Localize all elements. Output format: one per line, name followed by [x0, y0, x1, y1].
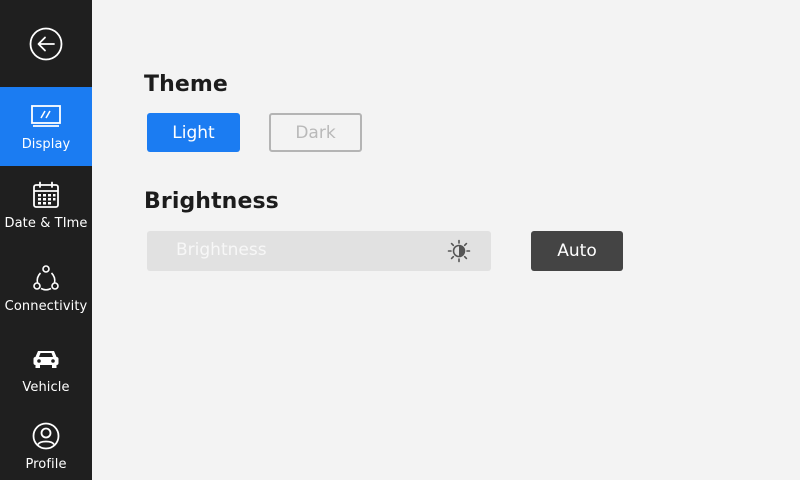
- brightness-section-title: Brightness: [144, 189, 279, 214]
- theme-section-title: Theme: [144, 72, 228, 97]
- car-icon: [33, 351, 59, 368]
- arrow-left-circle-icon: [29, 27, 63, 61]
- sidebar-item-label: Vehicle: [22, 380, 70, 395]
- brightness-sun-icon: [447, 239, 471, 263]
- sidebar-item-connectivity[interactable]: Connectivity: [0, 258, 92, 328]
- sidebar-item-date-time[interactable]: Date & TIme: [0, 175, 92, 245]
- sidebar-item-vehicle[interactable]: Vehicle: [0, 340, 92, 402]
- sidebar-item-label: Date & TIme: [4, 216, 88, 231]
- brightness-slider-label: Brightness: [176, 240, 267, 260]
- sidebar: Display Date & TIme Connectivity Vehicle…: [0, 0, 92, 480]
- connectivity-icon: [33, 265, 59, 291]
- brightness-slider[interactable]: Brightness: [147, 231, 491, 271]
- sidebar-item-label: Display: [21, 137, 71, 152]
- sidebar-item-profile[interactable]: Profile: [0, 418, 92, 480]
- dark-theme-button[interactable]: Dark: [269, 113, 362, 152]
- light-theme-button[interactable]: Light: [147, 113, 240, 152]
- profile-icon: [32, 422, 60, 450]
- sidebar-item-label: Profile: [25, 457, 67, 472]
- calendar-icon: [33, 181, 59, 208]
- auto-brightness-button[interactable]: Auto: [531, 231, 623, 271]
- sidebar-item-label: Connectivity: [4, 299, 88, 314]
- sidebar-item-display[interactable]: Display: [0, 87, 92, 166]
- display-icon: [31, 105, 61, 127]
- back-button[interactable]: [28, 26, 64, 62]
